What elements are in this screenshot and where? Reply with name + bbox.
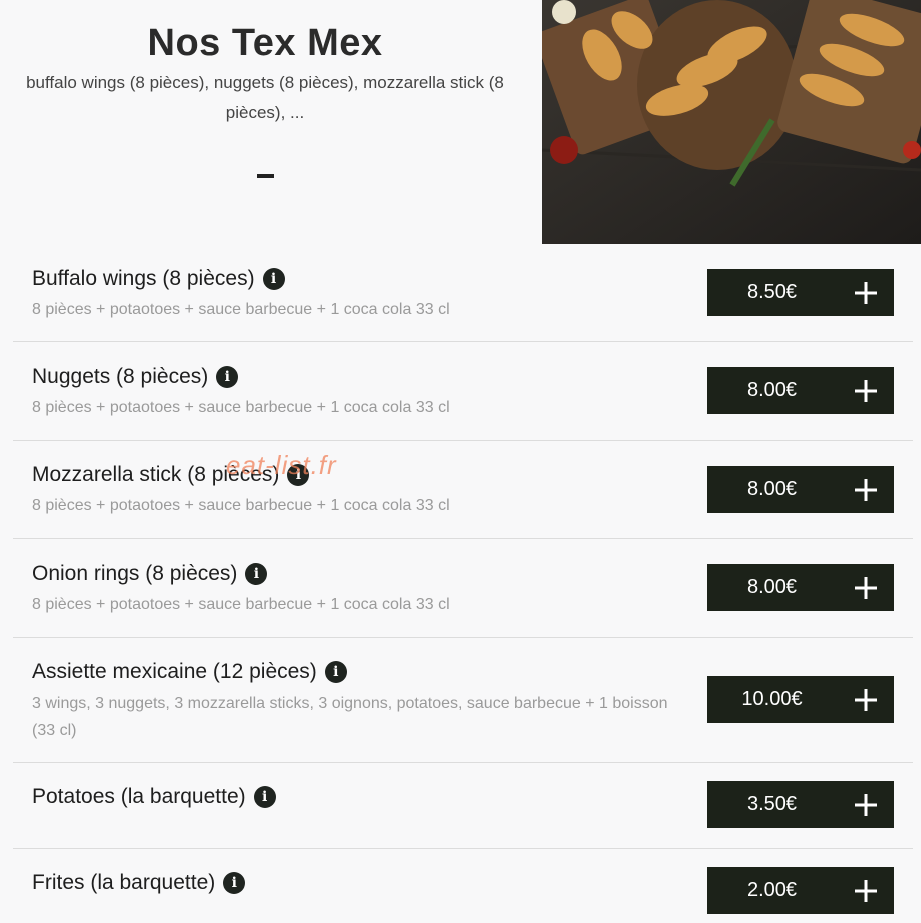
item-title: Onion rings (8 pièces) i — [32, 562, 268, 586]
item-name: Potatoes (la barquette) — [32, 785, 246, 808]
plus-icon — [837, 576, 894, 600]
item-price: 8.00€ — [746, 478, 798, 500]
item-price: 8.50€ — [746, 281, 798, 303]
section-title: Nos Tex Mex — [147, 22, 383, 64]
add-to-cart-button[interactable]: 8.50€ — [707, 269, 894, 316]
item-name: Buffalo wings (8 pièces) — [32, 267, 255, 290]
info-icon[interactable]: i — [324, 661, 347, 683]
item-title: Assiette mexicaine (12 pièces) i — [32, 660, 347, 684]
item-name: Assiette mexicaine (12 pièces) — [32, 660, 317, 683]
plus-icon — [837, 281, 894, 305]
add-to-cart-button[interactable]: 8.00€ — [707, 367, 894, 414]
menu-item: Assiette mexicaine (12 pièces) i 3 wings… — [13, 638, 913, 763]
item-price: 3.50€ — [746, 793, 798, 815]
info-icon[interactable]: i — [253, 786, 276, 808]
item-name: Nuggets (8 pièces) — [32, 365, 209, 388]
menu-item: Mozzarella stick (8 pièces) i 8 pièces +… — [13, 441, 913, 539]
menu-item: Nuggets (8 pièces) i 8 pièces + potaotoe… — [13, 342, 913, 441]
menu-item: Onion rings (8 pièces) i 8 pièces + pota… — [13, 539, 913, 638]
title-divider — [257, 174, 274, 178]
item-description: 8 pièces + potaotoes + sauce barbecue + … — [32, 301, 450, 318]
item-title: Potatoes (la barquette) i — [32, 785, 276, 809]
menu-list: Buffalo wings (8 pièces) i 8 pièces + po… — [13, 244, 913, 923]
plus-icon — [837, 879, 894, 903]
item-price: 10.00€ — [741, 688, 803, 710]
add-to-cart-button[interactable]: 10.00€ — [707, 676, 894, 723]
info-icon[interactable]: i — [216, 366, 239, 388]
plus-icon — [837, 793, 894, 817]
item-title: Buffalo wings (8 pièces) i — [32, 267, 285, 291]
item-price: 8.00€ — [746, 379, 798, 401]
item-title: Nuggets (8 pièces) i — [32, 365, 239, 389]
section-subtitle: buffalo wings (8 pièces), nuggets (8 piè… — [26, 73, 504, 122]
add-to-cart-button[interactable]: 3.50€ — [707, 781, 894, 828]
plus-icon — [837, 478, 894, 502]
item-title: Mozzarella stick (8 pièces) i — [32, 463, 310, 487]
item-description: 3 wings, 3 nuggets, 3 mozzarella sticks,… — [32, 695, 668, 739]
menu-item: Frites (la barquette) i 2.00€ — [13, 849, 913, 923]
item-description: 8 pièces + potaotoes + sauce barbecue + … — [32, 399, 450, 416]
info-icon[interactable]: i — [223, 872, 246, 894]
plus-icon — [837, 379, 894, 403]
section-header: Nos Tex Mex buffalo wings (8 pièces), nu… — [0, 0, 542, 244]
item-description: 8 pièces + potaotoes + sauce barbecue + … — [32, 596, 450, 613]
food-photo — [542, 0, 921, 244]
info-icon[interactable]: i — [262, 268, 285, 290]
add-to-cart-button[interactable]: 8.00€ — [707, 564, 894, 611]
add-to-cart-button[interactable]: 8.00€ — [707, 466, 894, 513]
item-price: 2.00€ — [746, 879, 798, 901]
item-name: Mozzarella stick (8 pièces) — [32, 463, 280, 486]
menu-item: Potatoes (la barquette) i 3.50€ — [13, 763, 913, 849]
menu-item: Buffalo wings (8 pièces) i 8 pièces + po… — [13, 244, 913, 342]
item-name: Frites (la barquette) — [32, 871, 216, 894]
item-title: Frites (la barquette) i — [32, 871, 246, 895]
item-price: 8.00€ — [746, 576, 798, 598]
info-icon[interactable]: i — [287, 464, 310, 486]
item-description: 8 pièces + potaotoes + sauce barbecue + … — [32, 497, 450, 514]
item-name: Onion rings (8 pièces) — [32, 562, 238, 585]
plus-icon — [837, 688, 894, 712]
info-icon[interactable]: i — [245, 563, 268, 585]
add-to-cart-button[interactable]: 2.00€ — [707, 867, 894, 914]
